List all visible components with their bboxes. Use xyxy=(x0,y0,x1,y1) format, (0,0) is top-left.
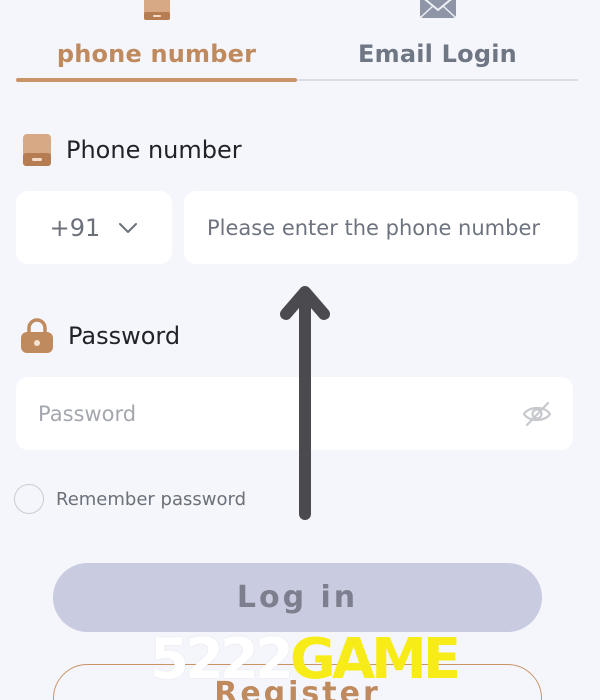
remember-password-toggle[interactable]: Remember password xyxy=(14,484,246,514)
phone-icon xyxy=(143,0,170,20)
tab-phone-number-label: phone number xyxy=(56,40,257,68)
eye-off-icon[interactable] xyxy=(521,399,553,429)
tab-email-login[interactable]: Email Login xyxy=(297,0,578,82)
chevron-down-icon xyxy=(119,222,138,233)
remember-password-label: Remember password xyxy=(56,488,246,510)
login-page: phone number Email Login Phone number +9… xyxy=(0,0,600,700)
tab-phone-number[interactable]: phone number xyxy=(16,0,297,82)
password-section-label: Password xyxy=(20,318,180,354)
country-code-select[interactable]: +91 xyxy=(16,191,172,264)
remember-password-checkbox[interactable] xyxy=(14,484,44,514)
up-arrow-icon xyxy=(280,286,330,520)
phone-number-section-label: Phone number xyxy=(22,133,242,167)
login-tabs: phone number Email Login xyxy=(16,0,578,82)
register-button[interactable]: Register xyxy=(53,664,542,700)
envelope-icon xyxy=(419,0,456,18)
country-code-value: +91 xyxy=(49,213,101,242)
phone-number-label: Phone number xyxy=(66,136,242,164)
phone-number-input[interactable] xyxy=(184,191,578,264)
lock-icon xyxy=(21,318,53,353)
active-tab-indicator xyxy=(16,78,297,82)
tab-email-login-label: Email Login xyxy=(358,40,517,68)
password-input[interactable] xyxy=(16,377,496,450)
phone-icon xyxy=(23,134,51,166)
password-label: Password xyxy=(68,322,181,350)
login-button[interactable]: Log in xyxy=(53,563,542,632)
